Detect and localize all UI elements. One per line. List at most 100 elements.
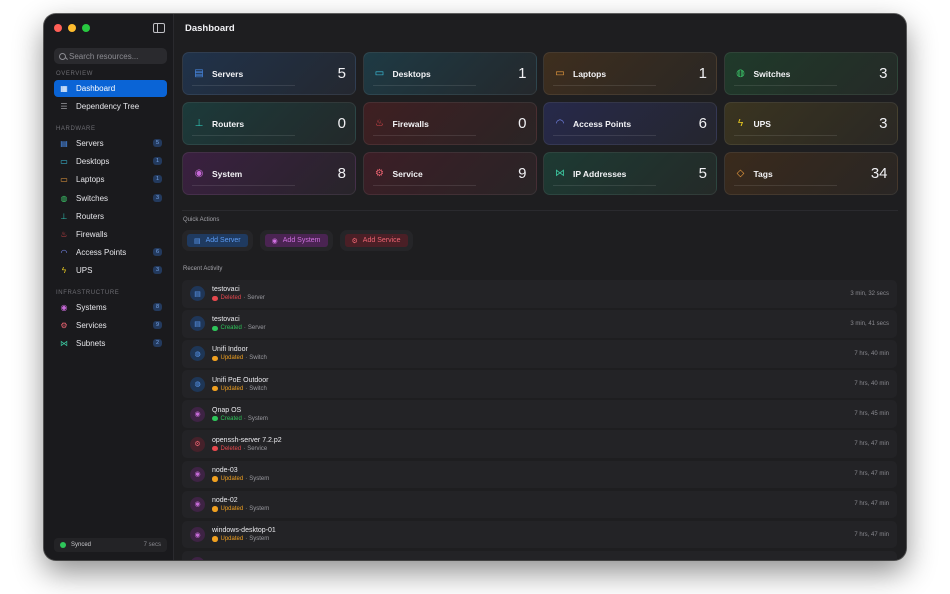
bolt-icon: ϟ (61, 266, 67, 276)
search-box[interactable] (54, 48, 167, 64)
card-ups[interactable]: ϟ UPS 3 (723, 102, 898, 145)
tag-icon: ◇ (736, 168, 745, 179)
activity-row[interactable]: ⚙ openssh-server 7.2.p2 Deleted · Service … (182, 430, 897, 458)
activity-type: System (249, 475, 270, 482)
separator: · (245, 355, 248, 362)
sidebar-item-systems[interactable]: ◉ Systems 8 (54, 299, 167, 316)
separator: · (245, 385, 248, 392)
card-bar (553, 135, 656, 136)
status-dot (212, 325, 218, 332)
card-switches[interactable]: ◍ Switches 3 (723, 52, 898, 95)
card-routers[interactable]: ⊥ Routers 0 (182, 102, 356, 145)
card-bar (372, 135, 476, 136)
card-label: Firewalls (392, 118, 429, 129)
count-badge: 8 (153, 303, 162, 311)
card-bar (192, 135, 295, 136)
sidebar-item-routers[interactable]: ⊥ Routers (54, 208, 167, 225)
add-service-button[interactable]: ⚙ Add Service (344, 234, 408, 247)
activity-status: Updated (220, 536, 244, 542)
activity-status: Updated (220, 505, 244, 512)
card-count: 0 (518, 115, 527, 132)
wifi-icon: ◠ (60, 248, 68, 258)
sidebar-item-dashboard[interactable]: ▦ Dashboard (54, 80, 167, 97)
activity-name: Unifi PoE Outdoor (212, 376, 269, 384)
activity-row[interactable]: ◉ windows-desktop-01 Updated · System 7 hr… (182, 520, 897, 549)
activity-row[interactable]: ◉ node-02 Updated · System 7 hrs, 47 min (182, 490, 897, 519)
sidebar-item-label: Laptops (76, 175, 105, 185)
separator: · (243, 295, 246, 302)
activity-row[interactable]: ◍ Unifi PoE Outdoor Updated · Switch 7 hrs… (182, 370, 897, 398)
card-label: Access Points (573, 118, 632, 129)
activity-status: Created (220, 325, 242, 332)
sidebar-item-label: Firewalls (76, 229, 108, 239)
search-input[interactable] (69, 51, 164, 61)
sidebar-item-ups[interactable]: ϟ UPS 3 (54, 262, 167, 279)
search-icon (59, 52, 66, 60)
card-desktops[interactable]: ▭ Desktops 1 (362, 52, 537, 95)
card-firewalls[interactable]: ♨ Firewalls 0 (362, 102, 537, 145)
activity-name: testovaci (212, 286, 240, 294)
activity-type: Service (247, 445, 268, 452)
sidebar-item-subnets[interactable]: ⋈ Subnets 2 (54, 335, 167, 352)
chip-icon: ◉ (271, 237, 278, 245)
flame-icon: ♨ (375, 118, 384, 129)
card-service[interactable]: ⚙ Service 9 (362, 152, 537, 195)
card-count: 0 (337, 115, 346, 132)
close-window-button[interactable] (54, 24, 62, 32)
add-server-button[interactable]: ▤ Add Server (187, 234, 248, 247)
sidebar-item-desktops[interactable]: ▭ Desktops 1 (54, 153, 167, 170)
activity-row[interactable]: ▤ testovaci Deleted · Server 3 min, 32 sec… (182, 280, 897, 308)
quick-action-wrap: ▤ Add Server (182, 230, 253, 251)
main-content: Dashboard ▤ Servers 5 ▭ Desktops 1 ▭ Lap… (174, 14, 906, 560)
card-label: Switches (753, 68, 791, 79)
status-dot (212, 295, 218, 301)
count-badge: 1 (153, 157, 162, 166)
page-title: Dashboard (185, 23, 235, 34)
activity-time: 7 hrs, 47 min (854, 441, 889, 448)
count-badge: 2 (153, 339, 162, 348)
card-system[interactable]: ◉ System 8 (182, 152, 356, 195)
sidebar-item-firewalls[interactable]: ♨ Firewalls (54, 226, 167, 243)
sidebar-item-services[interactable]: ⚙ Services 9 (54, 317, 167, 334)
button-label: Add Service (362, 237, 401, 244)
activity-row[interactable]: ▤ testovaci Created · Server 3 min, 41 sec… (182, 310, 897, 338)
zoom-window-button[interactable] (82, 24, 90, 32)
count-badge: 3 (153, 193, 162, 202)
card-label: Tags (753, 168, 773, 179)
activity-name: openssh-server 7.2.p2 (212, 436, 282, 444)
quick-actions: ▤ Add Server ◉ Add System ⚙ Add Service (182, 230, 413, 251)
wifi-icon: ◠ (555, 118, 565, 129)
card-tags[interactable]: ◇ Tags 34 (723, 152, 898, 195)
router-icon: ⊥ (194, 118, 204, 129)
sidebar-item-servers[interactable]: ▤ Servers 5 (54, 135, 167, 152)
activity-type: Switch (249, 385, 267, 392)
activity-row[interactable]: ◉ hosting-02 (182, 550, 897, 560)
card-label: Routers (212, 118, 245, 129)
add-system-button[interactable]: ◉ Add System (264, 234, 328, 247)
activity-time: 3 min, 41 secs (850, 320, 889, 327)
card-ip-addresses[interactable]: ⋈ IP Addresses 5 (543, 152, 717, 195)
card-access-points[interactable]: ◠ Access Points 6 (543, 102, 717, 145)
sidebar-item-dependency-tree[interactable]: ☰ Dependency Tree (54, 98, 167, 115)
laptop-icon: ▭ (555, 68, 565, 79)
server-icon: ▤ (194, 68, 204, 79)
sidebar-toggle-icon[interactable] (153, 23, 165, 33)
check-icon (60, 542, 66, 548)
card-servers[interactable]: ▤ Servers 5 (182, 52, 356, 95)
activity-row[interactable]: ◍ Unifi Indoor Updated · Switch 7 hrs, 40 … (182, 340, 897, 368)
activity-row[interactable]: ◉ Qnap OS Created · System 7 hrs, 45 min (182, 400, 897, 428)
activity-type: System (249, 536, 270, 542)
laptop-icon: ▭ (60, 175, 68, 185)
count-badge: 6 (153, 248, 162, 257)
card-label: Desktops (392, 68, 431, 79)
card-count: 3 (879, 65, 888, 82)
count-badge: 1 (153, 175, 162, 184)
sidebar-item-switches[interactable]: ◍ Switches 3 (54, 190, 167, 207)
card-laptops[interactable]: ▭ Laptops 1 (543, 52, 717, 95)
card-count: 8 (337, 165, 346, 182)
minimize-window-button[interactable] (68, 24, 76, 32)
separator: · (243, 445, 246, 452)
sidebar-item-access-points[interactable]: ◠ Access Points 6 (54, 244, 167, 261)
activity-row[interactable]: ◉ node-03 Updated · System 7 hrs, 47 min (182, 460, 897, 489)
sidebar-item-laptops[interactable]: ▭ Laptops 1 (54, 171, 167, 188)
